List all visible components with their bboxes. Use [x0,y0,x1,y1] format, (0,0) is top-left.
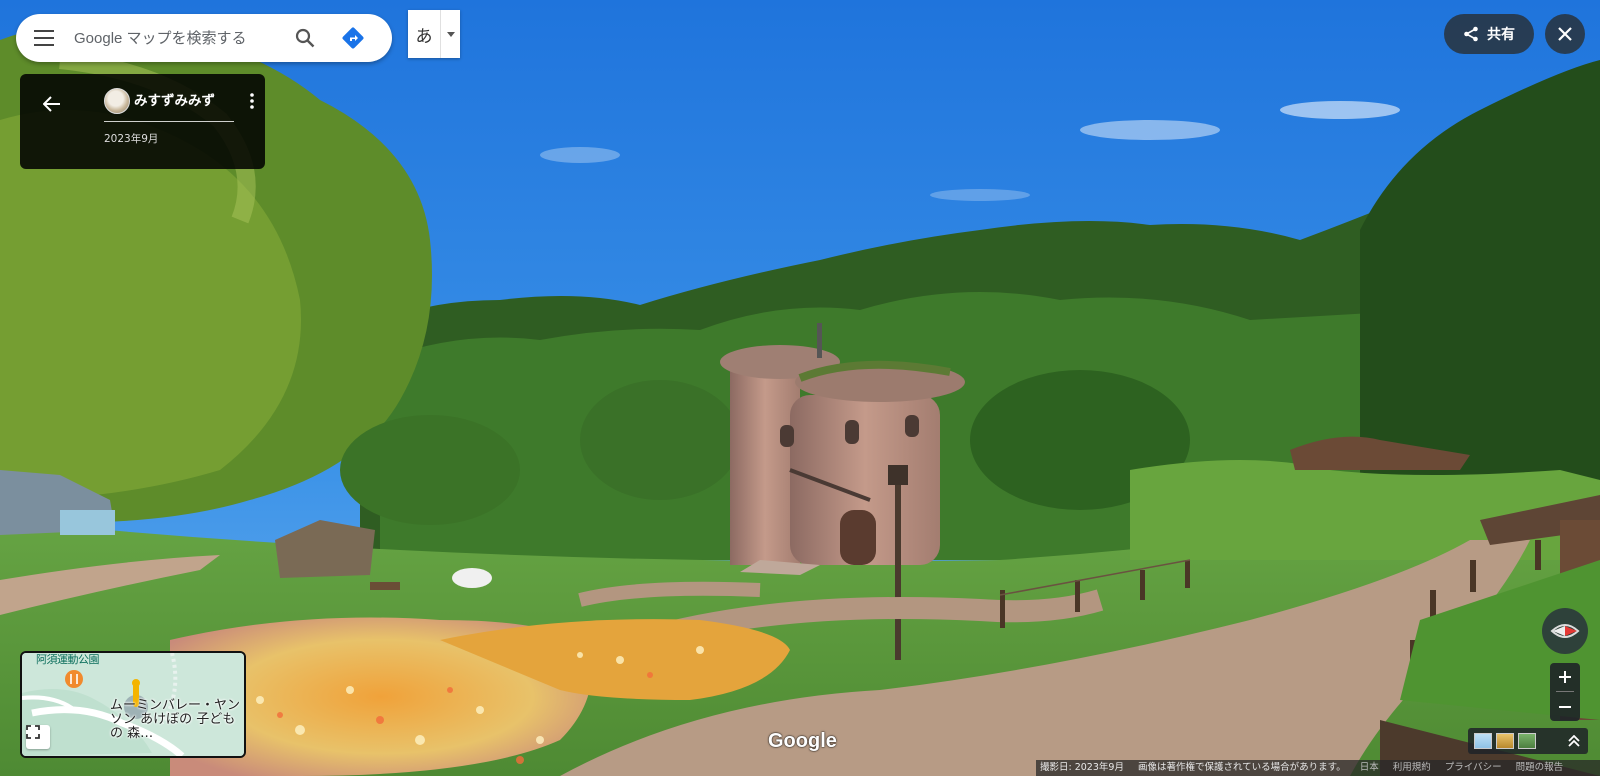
caret-down-icon [446,31,455,37]
arrow-back-icon [43,96,60,112]
zoom-out-button[interactable] [1550,693,1580,721]
avatar[interactable] [104,88,130,114]
contributor-name[interactable]: みすずみみず [134,89,215,109]
photo-info-card: みすずみみず 2023年9月 [20,74,265,169]
directions-icon [342,27,364,49]
thumbnail[interactable] [1518,733,1536,749]
close-button[interactable] [1545,14,1585,54]
share-label: 共有 [1487,27,1515,43]
ime-dropdown[interactable] [441,31,460,37]
compass-icon [1550,624,1580,638]
share-icon [1464,26,1478,42]
search-icon [295,28,315,48]
footer-country: 日本 [1359,762,1379,773]
park-label: 阿須運動公園 [36,653,100,666]
divider [104,121,234,122]
ime-mode-label: あ [415,26,433,47]
expand-button[interactable] [1568,732,1580,751]
expand-map-button[interactable] [26,725,50,749]
search-input[interactable] [72,28,281,48]
ime-input-indicator[interactable]: あ [408,10,460,58]
thumbnail[interactable] [1496,733,1514,749]
minimap[interactable]: 阿須運動公園 ムーミンバレー・ヤンソン あけぼの 子どもの 森… [20,651,246,758]
close-icon [1558,27,1572,41]
place-label[interactable]: ムーミンバレー・ヤンソン あけぼの 子どもの 森… [110,699,240,741]
footer-report-link[interactable]: 問題の報告 [1516,760,1564,776]
photo-strip-toggle[interactable] [1468,728,1588,754]
capture-date: 2023年9月 [104,133,159,145]
directions-button[interactable] [329,14,377,62]
google-logo: Google [768,730,837,752]
thumbnail[interactable] [1474,733,1492,749]
search-button[interactable] [281,14,329,62]
menu-icon [34,30,54,46]
footer: 撮影日: 2023年9月 画像は著作権で保護されている場合があります。 日本 利… [1036,760,1600,776]
footer-privacy-link[interactable]: プライバシー [1445,760,1502,776]
search-box[interactable] [16,14,392,62]
footer-capture-date: 撮影日: 2023年9月 [1040,762,1124,773]
compass-button[interactable] [1542,608,1588,654]
zoom-control [1550,663,1580,721]
back-button[interactable] [38,90,66,118]
plus-icon [1559,671,1571,684]
more-options-button[interactable] [242,88,262,114]
footer-copyright: 画像は著作権で保護されている場合があります。 [1137,762,1346,773]
menu-button[interactable] [16,14,72,62]
zoom-in-button[interactable] [1550,663,1580,691]
more-vert-icon [250,93,254,109]
minus-icon [1559,705,1571,708]
fullscreen-icon [26,725,40,739]
footer-terms-link[interactable]: 利用規約 [1393,760,1431,776]
chevron-up-icon [1568,734,1580,747]
share-button[interactable]: 共有 [1444,14,1534,54]
